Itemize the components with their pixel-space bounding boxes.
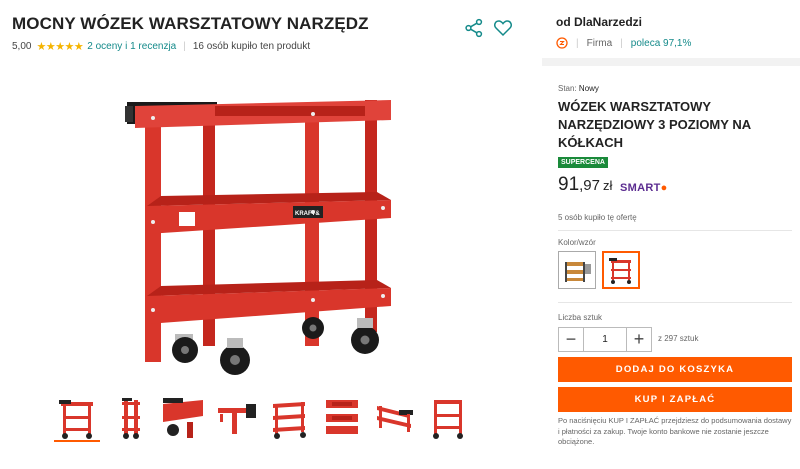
thumbnail[interactable]: [266, 392, 312, 442]
add-to-cart-button[interactable]: DODAJ DO KOSZYKA: [558, 357, 792, 382]
super-seller-icon: [556, 37, 568, 49]
divider: [558, 302, 792, 303]
rating-value: 5,00: [12, 41, 32, 52]
variant-label: Kolor/wzór: [558, 238, 596, 247]
price: 91,97 zł: [558, 174, 612, 196]
condition: Stan: Nowy: [558, 84, 599, 93]
bought-count: 16 osób kupiło ten produkt: [192, 41, 311, 52]
seller-name[interactable]: od DlaNarzedzi: [556, 15, 642, 29]
offer-panel: Stan: Nowy WÓZEK WARSZTATOWY NARZĘDZIOWY…: [542, 0, 800, 469]
quantity-input[interactable]: 1: [584, 327, 626, 352]
variant-option-red[interactable]: [602, 251, 640, 289]
offer-bought-count: 5 osób kupiło tę ofertę: [558, 213, 637, 222]
main-product-image[interactable]: KRAFT&: [115, 88, 415, 383]
reviews-link[interactable]: 2 oceny i 1 recenzja: [87, 41, 176, 52]
divider: |: [183, 41, 186, 52]
rating-stars-icon: ★★★★★: [36, 41, 84, 53]
quantity-stepper: − 1 +: [558, 327, 652, 352]
thumbnail[interactable]: [54, 392, 100, 442]
thumbnail[interactable]: [107, 392, 153, 442]
thumbnail[interactable]: [213, 392, 259, 442]
product-title: MOCNY WÓZEK WARSZTATOWY NARZĘDZ: [12, 14, 369, 33]
buy-now-button[interactable]: KUP I ZAPŁAĆ: [558, 387, 792, 412]
minus-icon: −: [565, 329, 577, 349]
svg-text:KRAFT&: KRAFT&: [295, 211, 320, 217]
decrease-button[interactable]: −: [558, 327, 584, 352]
quantity-label: Liczba sztuk: [558, 313, 603, 322]
thumbnail[interactable]: [425, 392, 471, 442]
product-gallery-panel: MOCNY WÓZEK WARSZTATOWY NARZĘDZ 5,00 ★★★…: [0, 0, 542, 469]
offer-title: WÓZEK WARSZTATOWY NARZĘDZIOWY 3 POZIOMY …: [558, 99, 751, 150]
thumbnail[interactable]: [160, 392, 206, 442]
price-fraction: ,97: [579, 177, 600, 194]
divider: |: [620, 37, 623, 49]
variant-option-wood[interactable]: [558, 251, 596, 289]
seller-recommend[interactable]: poleca 97,1%: [631, 38, 692, 49]
thumbnail[interactable]: [319, 392, 365, 442]
supercena-badge: SUPERCENA: [558, 157, 608, 168]
rating-row: 5,00 ★★★★★ 2 oceny i 1 recenzja | 16 osó…: [12, 40, 310, 53]
divider: |: [576, 37, 579, 49]
seller-info: | Firma | poleca 97,1%: [556, 37, 691, 49]
price-main: 91: [558, 174, 580, 195]
smart-logo: SMART●: [620, 182, 668, 194]
thumbnail[interactable]: [372, 392, 418, 442]
increase-button[interactable]: +: [626, 327, 652, 352]
seller-type: Firma: [586, 37, 613, 49]
divider: [558, 230, 792, 231]
plus-icon: +: [633, 329, 645, 349]
currency: zł: [603, 178, 613, 193]
checkout-note: Po naciśnięciu KUP I ZAPŁAĆ przejdziesz …: [558, 416, 792, 446]
thumbnail-strip: [54, 392, 471, 442]
heart-icon[interactable]: [493, 18, 513, 38]
smart-pin-icon: ●: [660, 182, 668, 194]
quantity-available: z 297 sztuk: [658, 334, 699, 343]
seller-box: od DlaNarzedzi | Firma | poleca 97,1%: [542, 0, 800, 66]
condition-value: Nowy: [578, 84, 599, 93]
share-icon[interactable]: [464, 18, 484, 38]
